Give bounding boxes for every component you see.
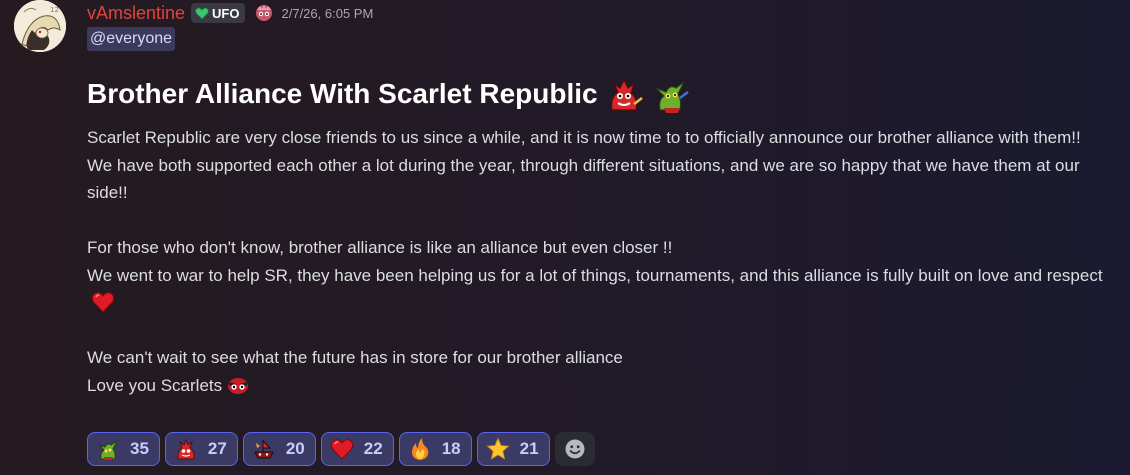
scarlet-dragon-emoji-icon[interactable] xyxy=(604,74,644,114)
message-body: Scarlet Republic are very close friends … xyxy=(87,124,1122,399)
scarlet-dragon-icon xyxy=(177,438,195,460)
reaction-count: 21 xyxy=(519,439,539,458)
reaction-red-heart[interactable]: 22 xyxy=(320,432,394,466)
smiley-icon xyxy=(565,439,585,459)
message-header: vAmslentine UFO 2/7/26, 6:05 PM xyxy=(87,1,373,25)
server-tag-label: UFO xyxy=(212,5,240,21)
star-icon xyxy=(486,437,510,460)
reaction-goblin[interactable]: 35 xyxy=(87,432,160,466)
reactions-bar: 35 27 20 22 18 21 xyxy=(87,432,595,466)
timestamp: 2/7/26, 6:05 PM xyxy=(281,5,374,21)
reaction-scarlet-ship[interactable]: 20 xyxy=(242,432,316,466)
paragraph-text: Love you Scarlets xyxy=(87,375,223,395)
red-heart-icon xyxy=(91,292,115,313)
goblin-icon xyxy=(98,439,119,460)
green-heart-icon xyxy=(195,7,209,20)
message-title: Brother Alliance With Scarlet Republic xyxy=(87,72,690,116)
paragraph: We can't wait to see what the future has… xyxy=(87,348,623,367)
scarlet-ship-icon xyxy=(254,439,274,459)
red-heart-icon xyxy=(330,439,353,460)
everyone-mention[interactable]: @everyone xyxy=(87,27,176,51)
reaction-scarlet-dragon[interactable]: 27 xyxy=(164,432,238,466)
reaction-star[interactable]: 21 xyxy=(476,432,550,466)
fire-icon xyxy=(411,438,428,460)
avatar[interactable]: 12 xyxy=(14,0,66,52)
title-text: Brother Alliance With Scarlet Republic xyxy=(87,78,598,109)
paragraph: We have both supported each other a lot … xyxy=(87,155,1080,203)
reaction-count: 27 xyxy=(207,439,227,458)
paragraph: Love you Scarlets xyxy=(87,372,1122,400)
username[interactable]: vAmslentine xyxy=(87,3,185,24)
reaction-fire[interactable]: 18 xyxy=(398,432,472,466)
paragraph: We went to war to help SR, they have bee… xyxy=(87,262,1122,317)
scarlet-eyes-icon xyxy=(228,377,249,394)
server-tag[interactable]: UFO xyxy=(191,3,245,23)
paragraph: Scarlet Republic are very close friends … xyxy=(87,128,1081,147)
svg-text:12: 12 xyxy=(50,6,59,14)
paragraph-text: We went to war to help SR, they have bee… xyxy=(87,265,1103,285)
reaction-count: 35 xyxy=(130,439,149,458)
add-reaction-button[interactable] xyxy=(554,432,595,466)
reaction-count: 18 xyxy=(441,439,461,458)
reaction-count: 22 xyxy=(363,439,383,458)
role-icon[interactable] xyxy=(254,3,274,23)
reaction-count: 20 xyxy=(285,439,305,458)
paragraph: For those who don't know, brother allian… xyxy=(87,238,673,257)
goblin-emoji-icon[interactable] xyxy=(650,74,690,114)
